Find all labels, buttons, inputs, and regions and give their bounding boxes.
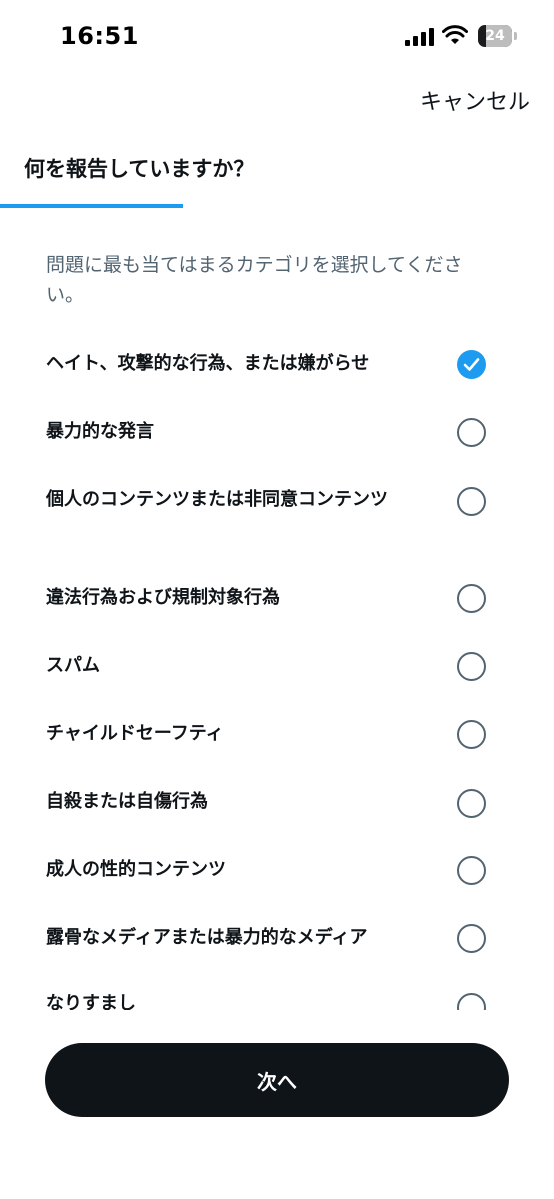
category-option-label: 暴力的な発言: [46, 421, 154, 442]
cancel-button[interactable]: キャンセル: [420, 84, 530, 116]
radio-unselected[interactable]: [457, 418, 486, 447]
radio-unselected[interactable]: [457, 720, 486, 749]
page-title: 何を報告していますか？: [24, 157, 255, 181]
category-option-label: 個人のコンテンツまたは非同意コンテンツ: [46, 489, 388, 510]
next-button[interactable]: 次へ: [45, 1043, 509, 1117]
radio-unselected[interactable]: [457, 856, 486, 885]
check-icon: [463, 358, 480, 371]
status-bar: 16:51 24: [0, 0, 554, 76]
description: 問題に最も当てはまるカテゴリを選択してください。: [46, 254, 463, 306]
category-option-label: チャイルドセーフティ: [46, 723, 224, 744]
category-option-label: なりすまし: [46, 993, 136, 1010]
status-time: 16:51: [60, 22, 139, 50]
category-option-label: 違法行為および規制対象行為: [46, 587, 280, 608]
category-option-list: ヘイト、攻撃的な行為、または嫌がらせ 暴力的な発言個人のコンテンツまたは非同意コン…: [0, 330, 554, 1010]
radio-unselected[interactable]: [457, 487, 486, 516]
radio-unselected[interactable]: [457, 924, 486, 953]
category-option-label: 成人の性的コンテンツ: [46, 859, 226, 880]
radio-selected[interactable]: [457, 350, 486, 379]
battery-level: 24: [485, 28, 505, 44]
progress-fill: [0, 204, 183, 208]
category-option-label: 露骨なメディアまたは暴力的なメディア: [46, 927, 368, 948]
radio-unselected[interactable]: [457, 993, 486, 1010]
wifi-icon: [442, 25, 468, 44]
category-option-label: 自殺または自傷行為: [46, 791, 208, 812]
next-button-label: 次へ: [257, 1069, 297, 1094]
radio-unselected[interactable]: [457, 652, 486, 681]
category-option-label: スパム: [46, 655, 100, 676]
progress-bar: [0, 204, 554, 208]
signal-icon: [405, 28, 434, 46]
category-option-label: ヘイト、攻撃的な行為、または嫌がらせ: [46, 353, 370, 374]
battery-icon: 24: [478, 25, 518, 47]
radio-unselected[interactable]: [457, 789, 486, 818]
radio-unselected[interactable]: [457, 584, 486, 613]
